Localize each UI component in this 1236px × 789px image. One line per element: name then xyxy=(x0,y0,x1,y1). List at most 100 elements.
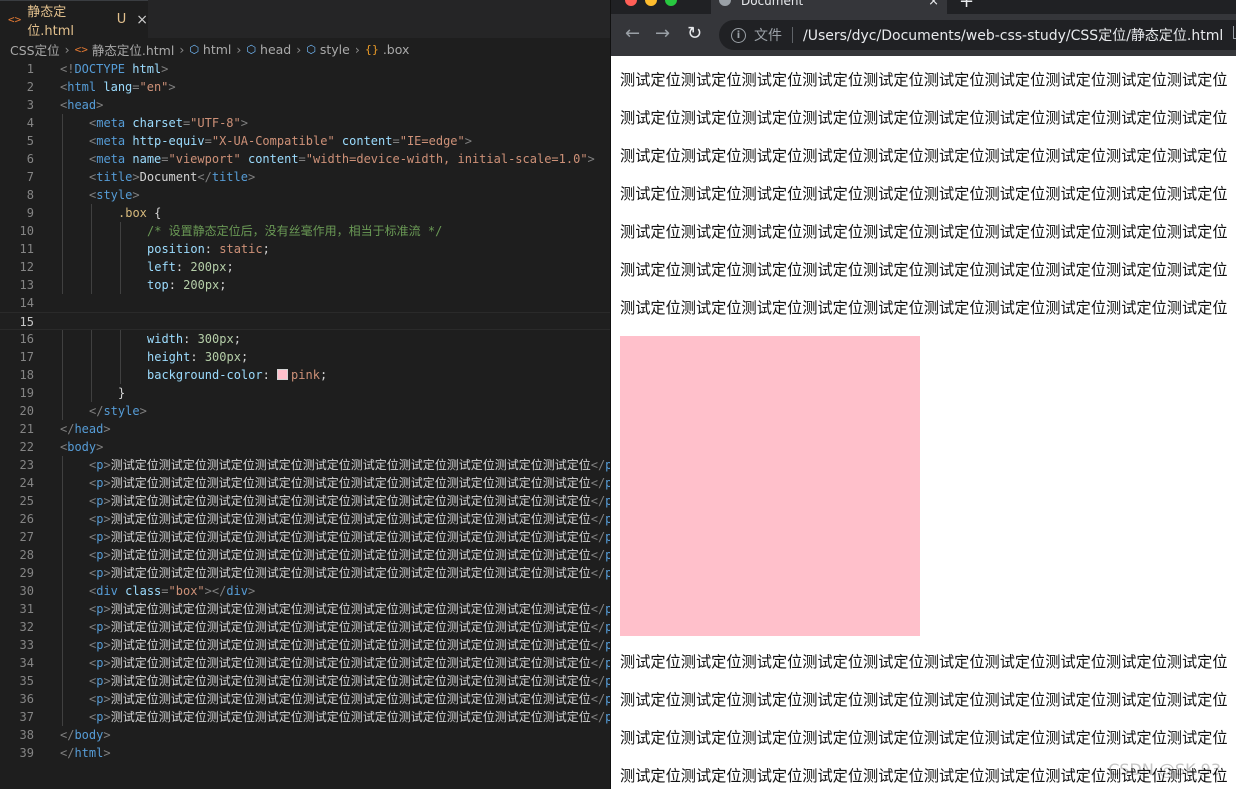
code-line[interactable]: 21 </head> xyxy=(0,420,610,438)
code-line[interactable]: 20 </style> xyxy=(0,402,610,420)
color-swatch-icon[interactable] xyxy=(277,369,289,380)
breadcrumb-style[interactable]: style xyxy=(320,42,350,57)
code-token: pink xyxy=(291,368,320,382)
code-line[interactable]: 11 position: static; xyxy=(0,240,610,258)
breadcrumb-html[interactable]: html xyxy=(203,42,231,57)
breadcrumb-folder[interactable]: CSS定位 xyxy=(10,40,60,59)
code-token: = xyxy=(161,584,169,598)
code-line[interactable]: 25 <p>测试定位测试定位测试定位测试定位测试定位测试定位测试定位测试定位测试定… xyxy=(0,492,610,510)
chevron-right-icon: › xyxy=(354,41,360,57)
breadcrumb-selector[interactable]: .box xyxy=(383,42,410,57)
code-line[interactable]: 17 height: 300px; xyxy=(0,348,610,366)
code-text: width: 300px; xyxy=(147,330,241,348)
code-line[interactable]: 12 left: 200px; xyxy=(0,258,610,276)
code-editor[interactable]: <> 静态定位.html U × CSS定位 › <> 静态定位.html › … xyxy=(0,0,610,789)
code-text: <!DOCTYPE html> xyxy=(60,60,168,78)
code-token: = xyxy=(204,134,212,148)
code-line[interactable]: 35 <p>测试定位测试定位测试定位测试定位测试定位测试定位测试定位测试定位测试定… xyxy=(0,672,610,690)
forward-arrow-icon[interactable]: → xyxy=(655,23,670,45)
breadcrumb-file[interactable]: 静态定位.html xyxy=(92,40,174,59)
breadcrumb-head[interactable]: head xyxy=(260,42,291,57)
window-zoom-icon[interactable] xyxy=(665,0,677,6)
code-token: Document xyxy=(139,170,198,184)
code-line[interactable]: 38 </body> xyxy=(0,726,610,744)
code-line[interactable]: 16 width: 300px; xyxy=(0,330,610,348)
indent-guide xyxy=(120,348,121,366)
close-tab-icon[interactable]: × xyxy=(928,0,939,9)
code-line[interactable]: 24 <p>测试定位测试定位测试定位测试定位测试定位测试定位测试定位测试定位测试定… xyxy=(0,474,610,492)
window-close-icon[interactable] xyxy=(625,0,637,6)
indent-guide xyxy=(62,132,63,150)
browser-tab-active[interactable]: Document × xyxy=(711,0,947,14)
code-line[interactable]: 13 top: 200px; xyxy=(0,276,610,294)
code-token: > xyxy=(587,152,595,166)
code-line[interactable]: 2 <html lang="en"> xyxy=(0,78,610,96)
code-line[interactable]: 27 <p>测试定位测试定位测试定位测试定位测试定位测试定位测试定位测试定位测试定… xyxy=(0,528,610,546)
code-text: <p>测试定位测试定位测试定位测试定位测试定位测试定位测试定位测试定位测试定位测… xyxy=(89,672,610,690)
page-paragraph: 测试定位测试定位测试定位测试定位测试定位测试定位测试定位测试定位测试定位测试定位 xyxy=(620,299,1228,317)
code-line[interactable]: 5 <meta http-equiv="X-UA-Compatible" cont… xyxy=(0,132,610,150)
code-line[interactable]: 36 <p>测试定位测试定位测试定位测试定位测试定位测试定位测试定位测试定位测试定… xyxy=(0,690,610,708)
code-line[interactable]: 22 <body> xyxy=(0,438,610,456)
code-line[interactable]: 33 <p>测试定位测试定位测试定位测试定位测试定位测试定位测试定位测试定位测试定… xyxy=(0,636,610,654)
code-token: "viewport" xyxy=(168,152,241,166)
code-token: height xyxy=(147,350,191,364)
code-line[interactable]: 23 <p>测试定位测试定位测试定位测试定位测试定位测试定位测试定位测试定位测试定… xyxy=(0,456,610,474)
code-text: <div class="box"></div> xyxy=(89,582,255,600)
code-line[interactable]: 18 background-color: pink; xyxy=(0,366,610,384)
code-token: </ xyxy=(590,476,606,490)
code-line[interactable]: 19} xyxy=(0,384,610,402)
code-lines[interactable]: 1 <!DOCTYPE html> 2 <html lang="en"> 3 <head>… xyxy=(0,60,610,762)
code-line[interactable]: 3 <head> xyxy=(0,96,610,114)
close-tab-icon[interactable]: × xyxy=(136,12,148,28)
code-line[interactable]: 31 <p>测试定位测试定位测试定位测试定位测试定位测试定位测试定位测试定位测试定… xyxy=(0,600,610,618)
address-bar[interactable]: i 文件 /Users/dyc/Documents/web-css-study/… xyxy=(719,20,1236,50)
editor-tab-active[interactable]: <> 静态定位.html U × xyxy=(0,0,148,39)
code-line[interactable]: 8 <style> xyxy=(0,186,610,204)
code-line[interactable]: 9 .box { xyxy=(0,204,610,222)
code-line[interactable]: 15 xyxy=(0,312,610,330)
code-line[interactable]: 1 <!DOCTYPE html> xyxy=(0,60,610,78)
back-arrow-icon[interactable]: ← xyxy=(625,23,640,45)
indent-guide xyxy=(62,168,63,186)
line-number: 25 xyxy=(19,494,34,508)
line-number: 7 xyxy=(26,170,34,184)
code-line[interactable]: 28 <p>测试定位测试定位测试定位测试定位测试定位测试定位测试定位测试定位测试定… xyxy=(0,546,610,564)
new-tab-icon[interactable]: + xyxy=(959,0,974,11)
page-paragraph: 测试定位测试定位测试定位测试定位测试定位测试定位测试定位测试定位测试定位测试定位 xyxy=(620,71,1228,89)
indent-guide xyxy=(91,330,92,348)
code-line[interactable]: 30 <div class="box"></div> xyxy=(0,582,610,600)
code-token: </ xyxy=(590,566,606,580)
code-line[interactable]: 29 <p>测试定位测试定位测试定位测试定位测试定位测试定位测试定位测试定位测试定… xyxy=(0,564,610,582)
chevron-right-icon: › xyxy=(179,41,185,57)
code-line[interactable]: 39 </html> xyxy=(0,744,610,762)
code-token: </ xyxy=(60,728,75,742)
code-line[interactable]: 32 <p>测试定位测试定位测试定位测试定位测试定位测试定位测试定位测试定位测试定… xyxy=(0,618,610,636)
window-minimize-icon[interactable] xyxy=(645,0,657,6)
code-line[interactable]: 7 <title>Document</title> xyxy=(0,168,610,186)
html-file-icon: <> xyxy=(74,42,88,56)
code-token: 测试定位测试定位测试定位测试定位测试定位测试定位测试定位测试定位测试定位测试定位 xyxy=(110,674,591,688)
code-token: 测试定位测试定位测试定位测试定位测试定位测试定位测试定位测试定位测试定位测试定位 xyxy=(110,530,591,544)
code-line[interactable]: 37 <p>测试定位测试定位测试定位测试定位测试定位测试定位测试定位测试定位测试定… xyxy=(0,708,610,726)
code-token: = xyxy=(392,134,400,148)
code-line[interactable]: 34 <p>测试定位测试定位测试定位测试定位测试定位测试定位测试定位测试定位测试定… xyxy=(0,654,610,672)
code-line[interactable]: 4 <meta charset="UTF-8"> xyxy=(0,114,610,132)
code-line[interactable]: 10 /* 设置静态定位后，没有丝毫作用，相当于标准流 */ xyxy=(0,222,610,240)
line-number: 10 xyxy=(19,224,34,238)
code-line[interactable]: 6 <meta name="viewport" content="width=de… xyxy=(0,150,610,168)
element-cube-icon: ⬡ xyxy=(246,42,257,56)
code-text: .box { xyxy=(118,204,161,222)
code-token: title xyxy=(96,170,133,184)
code-token: 300px xyxy=(204,350,241,364)
code-line[interactable]: 26 <p>测试定位测试定位测试定位测试定位测试定位测试定位测试定位测试定位测试定… xyxy=(0,510,610,528)
code-token: > xyxy=(96,98,104,112)
code-line[interactable]: 14 xyxy=(0,294,610,312)
reload-icon[interactable]: ↻ xyxy=(687,23,702,45)
indent-guide xyxy=(91,240,92,258)
code-token: > xyxy=(103,458,111,472)
url-text[interactable]: /Users/dyc/Documents/web-css-study/CSS定位… xyxy=(803,25,1223,45)
code-token: ; xyxy=(219,278,227,292)
indent-guide xyxy=(120,222,121,240)
info-icon[interactable]: i xyxy=(731,27,746,43)
